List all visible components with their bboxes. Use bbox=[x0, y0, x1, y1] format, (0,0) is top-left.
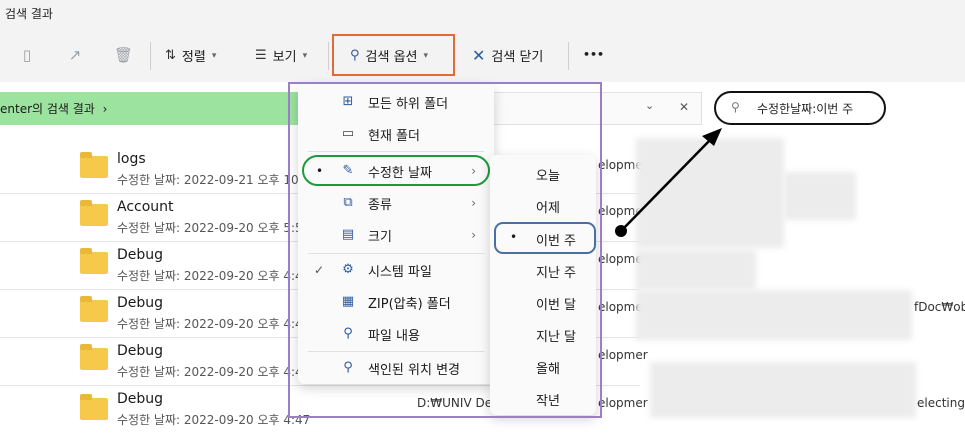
folder-icon bbox=[80, 152, 108, 178]
folder-icon bbox=[80, 200, 108, 226]
blurred-region bbox=[636, 290, 912, 340]
blurred-region bbox=[636, 138, 784, 248]
file-date: 수정한 날짜: 2022-09-20 오후 4:4 bbox=[117, 317, 303, 331]
file-date: 수정한 날짜: 2022-09-20 오후 5:5 bbox=[117, 221, 303, 235]
address-path[interactable]: enter의 검색 결과 › bbox=[0, 100, 107, 117]
toolbar-divider bbox=[568, 42, 569, 70]
title-bar bbox=[0, 0, 965, 30]
file-name: Debug bbox=[117, 295, 164, 311]
file-date: 수정한 날짜: 2022-09-20 오후 4:4 bbox=[117, 269, 303, 283]
folder-icon bbox=[80, 344, 108, 370]
folder-icon bbox=[80, 394, 108, 420]
folder-icon bbox=[80, 248, 108, 274]
delete-icon[interactable]: 🗑 bbox=[114, 46, 133, 64]
close-search-label: 검색 닫기 bbox=[491, 50, 544, 65]
chevron-right-icon: › bbox=[102, 102, 108, 116]
blurred-region bbox=[784, 172, 856, 220]
file-path-fragment: fDoc₩obj bbox=[914, 300, 965, 314]
clear-icon[interactable]: ✕ bbox=[679, 100, 689, 114]
file-name: logs bbox=[117, 151, 146, 167]
search-input[interactable]: 수정한날짜:이번 주 bbox=[757, 100, 853, 117]
search-icon: ⚲ bbox=[731, 100, 740, 114]
file-path: elopmer bbox=[598, 348, 648, 362]
rename-icon[interactable]: ▯ bbox=[18, 46, 36, 64]
blurred-region bbox=[636, 250, 756, 290]
file-name: Debug bbox=[117, 391, 164, 407]
sort-icon: ⇅ bbox=[165, 48, 176, 63]
view-icon: ☰ bbox=[255, 48, 267, 63]
search-options-highlight bbox=[332, 34, 455, 76]
file-path-fragment: electing₩c bbox=[917, 396, 965, 410]
file-name: Account bbox=[117, 199, 174, 215]
close-search-button[interactable]: ✕ 검색 닫기 bbox=[472, 46, 543, 65]
blurred-region bbox=[650, 362, 916, 418]
address-text: enter의 검색 결과 bbox=[0, 102, 95, 116]
sort-label: 정렬 bbox=[181, 50, 206, 65]
file-name: Debug bbox=[117, 343, 164, 359]
folder-icon bbox=[80, 296, 108, 322]
more-button[interactable]: ••• bbox=[583, 48, 604, 61]
file-path: elopmer bbox=[598, 396, 648, 410]
chevron-down-icon: ▾ bbox=[211, 50, 217, 61]
chevron-down-icon[interactable]: ⌄ bbox=[645, 99, 654, 112]
share-icon[interactable]: ↗ bbox=[66, 46, 84, 64]
menu-highlight-outline bbox=[288, 82, 602, 418]
file-date: 수정한 날짜: 2022-09-20 오후 4:47 bbox=[117, 413, 311, 427]
file-date: 수정한 날짜: 2022-09-20 오후 4:4 bbox=[117, 365, 303, 379]
close-icon: ✕ bbox=[472, 46, 486, 65]
file-date: 수정한 날짜: 2022-09-21 오후 10 bbox=[117, 173, 299, 187]
toolbar-divider bbox=[150, 42, 151, 70]
view-label: 보기 bbox=[272, 50, 297, 65]
sort-button[interactable]: ⇅ 정렬 ▾ bbox=[165, 46, 216, 65]
view-button[interactable]: ☰ 보기 ▾ bbox=[255, 46, 307, 65]
file-name: Debug bbox=[117, 247, 164, 263]
chevron-down-icon: ▾ bbox=[302, 50, 308, 61]
window-title: 검색 결과 bbox=[5, 7, 53, 21]
toolbar-divider bbox=[328, 42, 329, 70]
